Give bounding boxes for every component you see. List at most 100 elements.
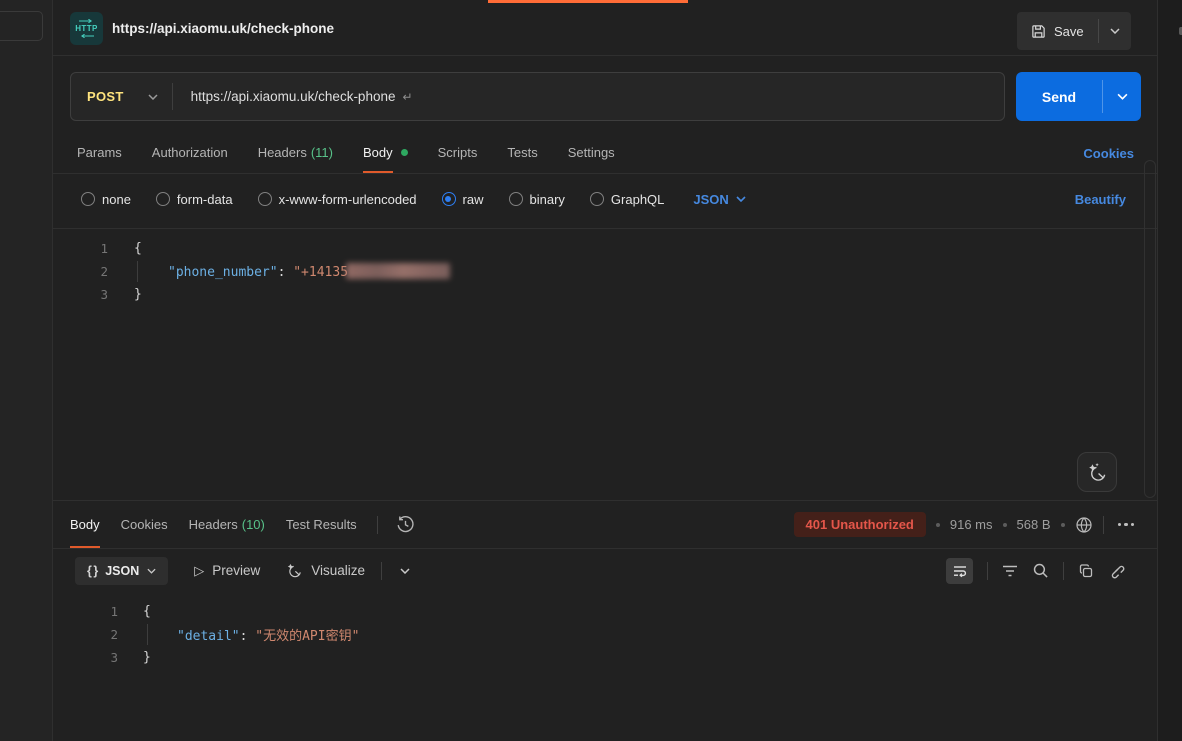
toolbar-divider bbox=[987, 562, 988, 580]
body-modified-dot-icon bbox=[401, 149, 408, 156]
request-tabs: Params Authorization Headers(11) Body Sc… bbox=[53, 132, 1157, 174]
redacted-value bbox=[346, 263, 450, 279]
response-tab-test-results[interactable]: Test Results bbox=[286, 501, 357, 548]
http-badge-label: HTTP bbox=[75, 24, 98, 33]
editor-line: 3 } bbox=[53, 283, 1157, 306]
radio-circle-icon bbox=[81, 192, 95, 206]
floppy-disk-icon bbox=[1031, 24, 1046, 39]
toolbar-chevron-icon[interactable] bbox=[400, 568, 410, 574]
save-options-chevron[interactable] bbox=[1099, 12, 1131, 50]
network-globe-icon[interactable] bbox=[1075, 516, 1093, 534]
line-number: 3 bbox=[53, 650, 118, 665]
line-number: 2 bbox=[53, 627, 118, 642]
cookies-link[interactable]: Cookies bbox=[1083, 132, 1134, 174]
response-format-dropdown[interactable]: { } JSON bbox=[75, 557, 168, 585]
toolbar-divider bbox=[381, 562, 382, 580]
response-tab-cookies[interactable]: Cookies bbox=[121, 501, 168, 548]
tab-authorization[interactable]: Authorization bbox=[152, 132, 228, 173]
braces-icon: { } bbox=[87, 564, 97, 578]
request-tab-title: https://api.xiaomu.uk/check-phone bbox=[112, 0, 334, 56]
response-time: 916 ms bbox=[950, 517, 993, 532]
response-history-icon[interactable] bbox=[396, 501, 415, 548]
left-sidebar-rail bbox=[0, 0, 53, 741]
radio-x-www-form-urlencoded[interactable]: x-www-form-urlencoded bbox=[258, 192, 417, 207]
radio-selected-icon bbox=[442, 192, 456, 206]
response-size: 568 B bbox=[1017, 517, 1051, 532]
tab-scripts[interactable]: Scripts bbox=[438, 132, 478, 173]
editor-line: 2 "detail": "无效的API密钥" bbox=[53, 623, 1157, 646]
method-chevron-icon[interactable] bbox=[148, 94, 158, 100]
request-scrollbar-track[interactable] bbox=[1144, 160, 1156, 498]
radio-circle-icon bbox=[590, 192, 604, 206]
send-options-chevron[interactable] bbox=[1103, 72, 1141, 121]
separator-dot bbox=[1003, 523, 1007, 527]
play-outline-icon: ▷ bbox=[194, 563, 204, 579]
main-panel: HTTP https://api.xiaomu.uk/check-phone S… bbox=[53, 0, 1157, 741]
response-tabs: Body Cookies Headers(10) Test Results bbox=[70, 501, 357, 548]
http-request-icon: HTTP bbox=[70, 12, 103, 45]
response-tab-body[interactable]: Body bbox=[70, 501, 100, 548]
link-icon[interactable] bbox=[1108, 562, 1125, 579]
filter-icon[interactable] bbox=[1002, 564, 1018, 578]
radio-graphql[interactable]: GraphQL bbox=[590, 192, 664, 207]
tab-headers[interactable]: Headers(11) bbox=[258, 132, 333, 173]
radio-circle-icon bbox=[258, 192, 272, 206]
response-status-cluster: 401 Unauthorized 916 ms 568 B bbox=[794, 501, 1157, 548]
tab-settings[interactable]: Settings bbox=[568, 132, 615, 173]
tab-params[interactable]: Params bbox=[77, 132, 122, 173]
radio-none[interactable]: none bbox=[81, 192, 131, 207]
radio-circle-icon bbox=[156, 192, 170, 206]
radio-binary[interactable]: binary bbox=[509, 192, 565, 207]
send-button-group: Send bbox=[1016, 72, 1141, 121]
sparkle-circle-icon bbox=[286, 562, 303, 579]
search-icon[interactable] bbox=[1032, 562, 1049, 579]
body-mode-row: none form-data x-www-form-urlencoded raw… bbox=[53, 182, 1157, 216]
raw-language-dropdown[interactable]: JSON bbox=[693, 192, 745, 207]
line-number: 1 bbox=[53, 241, 108, 256]
response-toolbar: { } JSON ▷ Preview Visualize bbox=[53, 549, 1157, 592]
api-client-window: HTTP https://api.xiaomu.uk/check-phone S… bbox=[0, 0, 1182, 741]
postbot-ai-button[interactable] bbox=[1077, 452, 1117, 492]
save-button-group: Save bbox=[1017, 12, 1131, 50]
url-input[interactable]: https://api.xiaomu.uk/check-phone bbox=[191, 89, 396, 104]
status-badge: 401 Unauthorized bbox=[794, 512, 926, 537]
method-selector[interactable]: POST bbox=[71, 89, 148, 104]
editor-line: 2 "phone_number": "+14135 bbox=[53, 260, 1157, 283]
response-header: Body Cookies Headers(10) Test Results 40… bbox=[53, 500, 1157, 549]
response-body-editor[interactable]: 1 { 2 "detail": "无效的API密钥" 3 } bbox=[53, 592, 1157, 741]
line-number: 2 bbox=[53, 264, 108, 279]
right-sidebar-rail bbox=[1157, 0, 1182, 741]
left-rail-item[interactable] bbox=[0, 11, 43, 41]
response-header-divider bbox=[377, 516, 378, 534]
preview-button[interactable]: ▷ Preview bbox=[194, 563, 260, 579]
toolbar-divider bbox=[1063, 562, 1064, 580]
wrap-text-icon[interactable] bbox=[946, 558, 973, 584]
status-divider bbox=[1103, 516, 1104, 534]
url-builder: POST https://api.xiaomu.uk/check-phone ↵ bbox=[70, 72, 1005, 121]
enter-key-hint-icon: ↵ bbox=[402, 90, 412, 104]
separator-dot bbox=[1061, 523, 1065, 527]
beautify-link[interactable]: Beautify bbox=[1075, 182, 1126, 216]
separator-dot bbox=[936, 523, 940, 527]
line-number: 3 bbox=[53, 287, 108, 302]
send-button[interactable]: Send bbox=[1016, 72, 1102, 121]
tab-body[interactable]: Body bbox=[363, 132, 408, 173]
request-tab-header: HTTP https://api.xiaomu.uk/check-phone S… bbox=[53, 0, 1157, 56]
radio-circle-icon bbox=[509, 192, 523, 206]
more-options-icon[interactable] bbox=[1114, 519, 1139, 531]
editor-line: 3 } bbox=[53, 646, 1157, 669]
line-number: 1 bbox=[53, 604, 118, 619]
save-button[interactable]: Save bbox=[1017, 12, 1098, 50]
save-button-label: Save bbox=[1054, 24, 1084, 39]
chevron-down-icon bbox=[736, 196, 746, 202]
tab-tests[interactable]: Tests bbox=[507, 132, 537, 173]
radio-form-data[interactable]: form-data bbox=[156, 192, 233, 207]
copy-icon[interactable] bbox=[1078, 563, 1094, 579]
response-tab-headers[interactable]: Headers(10) bbox=[189, 501, 265, 548]
sparkle-circle-icon bbox=[1087, 462, 1108, 483]
visualize-button[interactable]: Visualize bbox=[286, 562, 365, 579]
radio-raw[interactable]: raw bbox=[442, 192, 484, 207]
request-body-editor[interactable]: 1 { 2 "phone_number": "+14135 3 } bbox=[53, 228, 1157, 500]
indent-guide bbox=[147, 624, 148, 645]
chevron-down-icon bbox=[147, 568, 156, 574]
